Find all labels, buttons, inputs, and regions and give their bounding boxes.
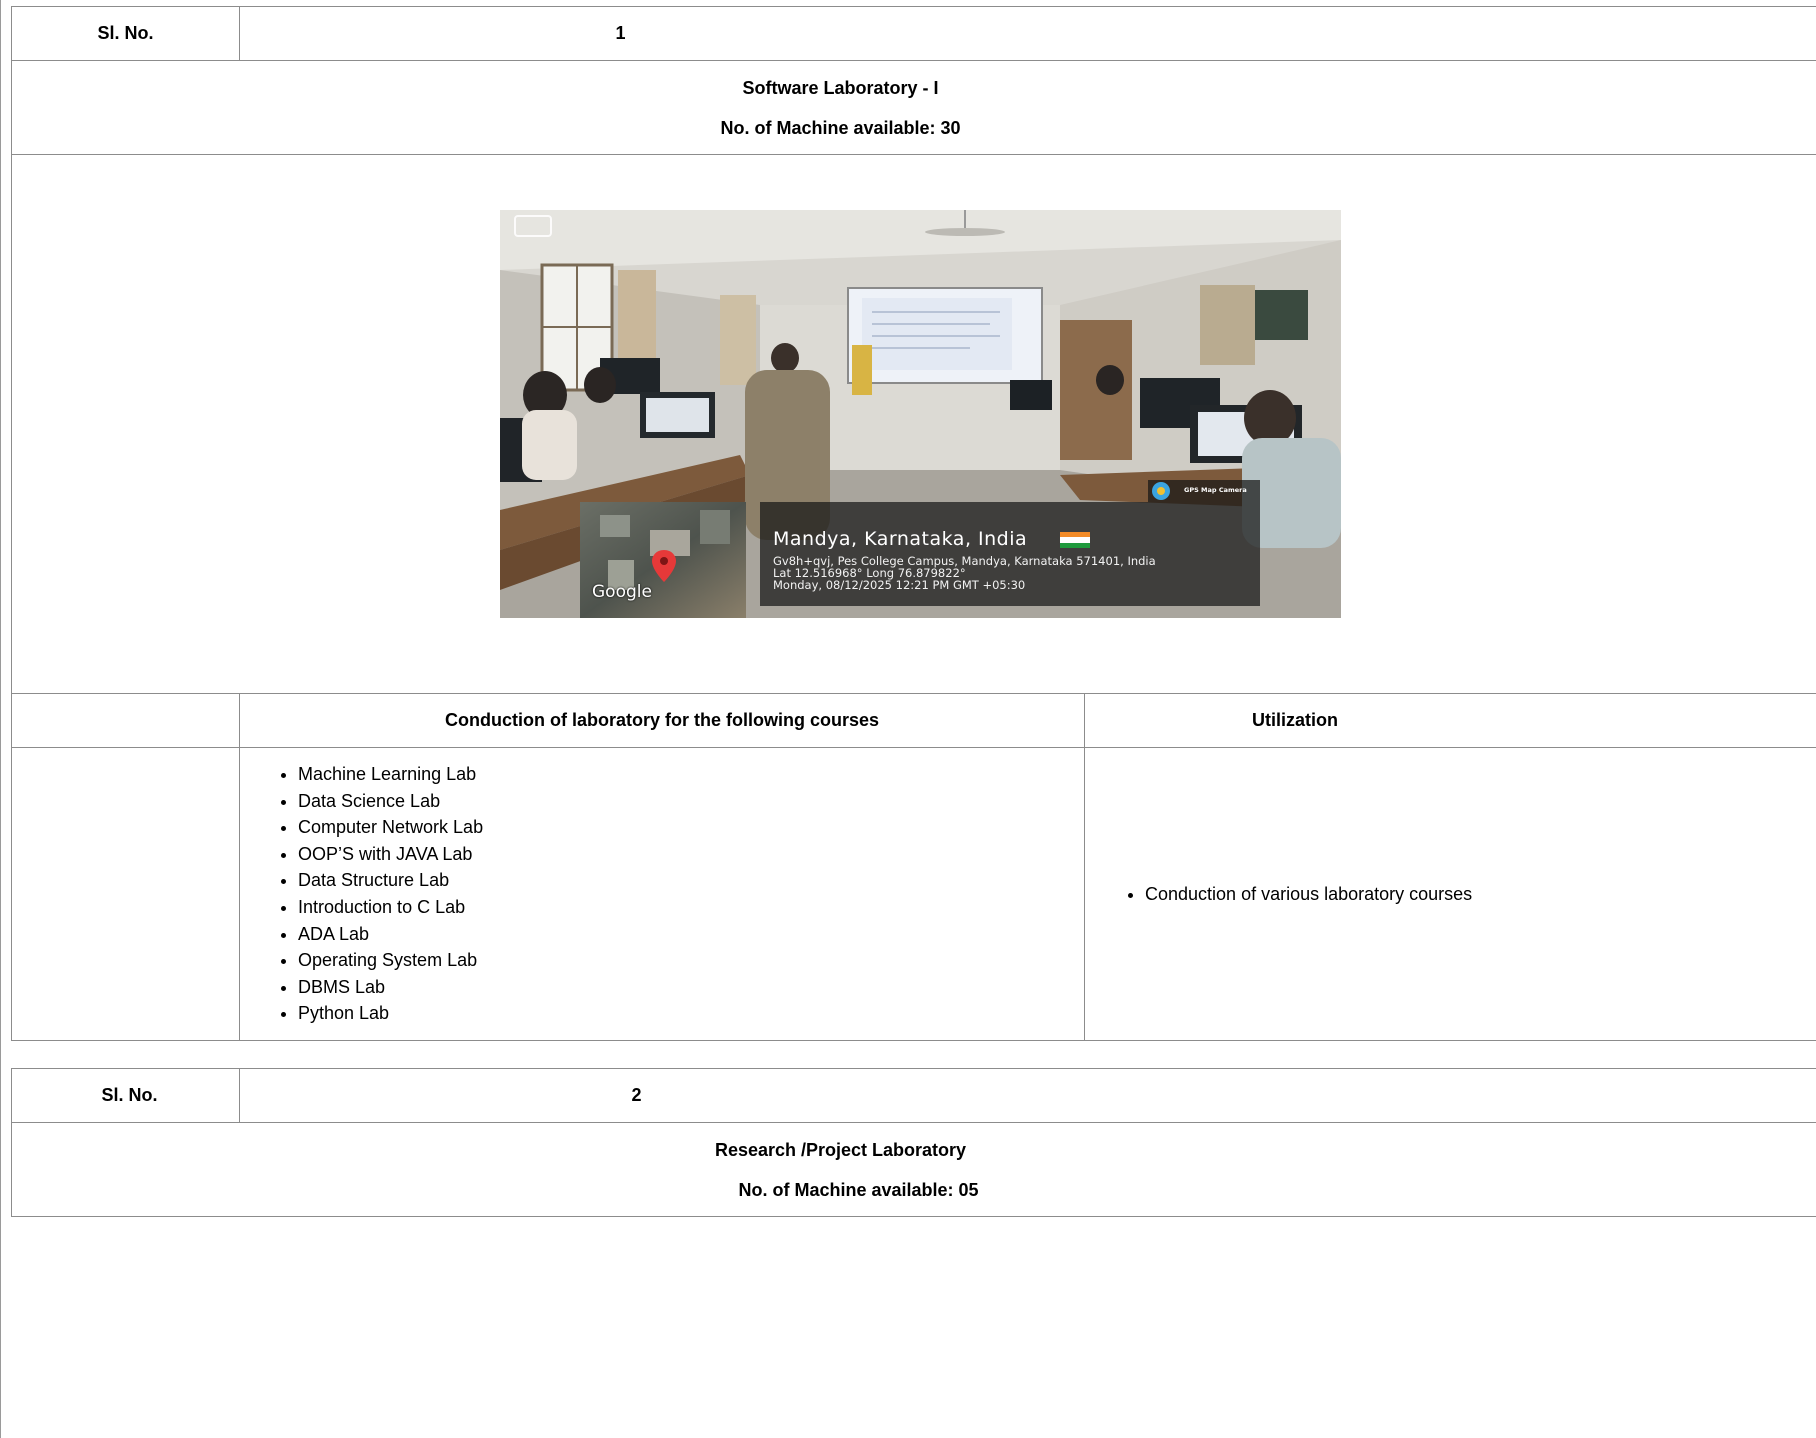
lab-1-header-row: Sl. No. 1 <box>11 6 1816 61</box>
gps-app-badge: GPS Map Camera <box>1184 486 1247 494</box>
list-item: Introduction to C Lab <box>298 894 1084 921</box>
photo-datetime: Monday, 08/12/2025 12:21 PM GMT +05:30 <box>773 578 1026 592</box>
list-item: Python Lab <box>298 1000 1084 1027</box>
india-flag-icon <box>1060 532 1090 548</box>
list-item: Data Science Lab <box>298 788 1084 815</box>
photo-location-title: Mandya, Karnataka, India <box>773 528 1028 550</box>
utilization-header-text: Utilization <box>1252 710 1338 730</box>
list-item: DBMS Lab <box>298 974 1084 1001</box>
courses-list: Machine Learning Lab Data Science Lab Co… <box>240 761 1084 1027</box>
machines-available: No. of Machine available: 30 <box>720 117 961 138</box>
list-item: Data Structure Lab <box>298 867 1084 894</box>
lab-name: Research /Project Laboratory <box>714 1139 967 1160</box>
utilization-list: Conduction of various laboratory courses <box>1085 881 1816 908</box>
list-item: OOP’S with JAVA Lab <box>298 841 1084 868</box>
lab-1-photo-row: Mandya, Karnataka, India Gv8h+qvj, Pes C… <box>10 154 1816 694</box>
sl-no-label: Sl. No. <box>11 6 240 61</box>
sl-no-label: Sl. No. <box>11 1068 240 1123</box>
lab-2-title-row: Research /Project Laboratory No. of Mach… <box>10 1122 1816 1217</box>
lab-name: Software Laboratory - I <box>742 77 939 98</box>
page-left-edge <box>0 0 1 1438</box>
empty-sl-cell-2 <box>11 747 240 1041</box>
courses-list-cell: Machine Learning Lab Data Science Lab Co… <box>239 747 1085 1041</box>
map-google-logo: Google <box>592 582 652 602</box>
empty-sl-cell <box>11 693 240 748</box>
list-item: Conduction of various laboratory courses <box>1145 881 1816 908</box>
list-item: Computer Network Lab <box>298 814 1084 841</box>
lab-1-title-cell: Software Laboratory - I No. of Machine a… <box>10 60 1816 155</box>
lab-table-1: Sl. No. 1 Software Laboratory - I No. of… <box>10 6 1816 1041</box>
lab-1-title-row: Software Laboratory - I No. of Machine a… <box>10 60 1816 155</box>
lab-1-photo-cell: Mandya, Karnataka, India Gv8h+qvj, Pes C… <box>10 154 1816 694</box>
list-item: ADA Lab <box>298 921 1084 948</box>
lab-table-2: Sl. No. 2 Research /Project Laboratory N… <box>10 1068 1816 1217</box>
sl-no-value: 2 <box>238 1068 1816 1123</box>
utilization-cell: Conduction of various laboratory courses <box>1083 747 1816 1041</box>
courses-header: Conduction of laboratory for the followi… <box>239 693 1085 748</box>
list-item: Operating System Lab <box>298 947 1084 974</box>
list-item: Machine Learning Lab <box>298 761 1084 788</box>
lab-2-header-row: Sl. No. 2 <box>11 1068 1816 1123</box>
sl-no-value-text: 2 <box>631 1085 642 1105</box>
utilization-header: Utilization <box>1083 693 1816 748</box>
machines-available: No. of Machine available: 05 <box>738 1179 979 1200</box>
sl-no-value-text: 1 <box>615 23 626 43</box>
lab-2-title-cell: Research /Project Laboratory No. of Mach… <box>10 1122 1816 1217</box>
lab-photo: Mandya, Karnataka, India Gv8h+qvj, Pes C… <box>500 210 1341 618</box>
lab-1-content-row: Machine Learning Lab Data Science Lab Co… <box>11 747 1816 1041</box>
sl-no-label-text: Sl. No. <box>101 1085 158 1105</box>
camera-icon <box>514 215 552 237</box>
lab-1-subheader-row: Conduction of laboratory for the followi… <box>11 693 1816 748</box>
sl-no-value: 1 <box>238 6 1816 61</box>
